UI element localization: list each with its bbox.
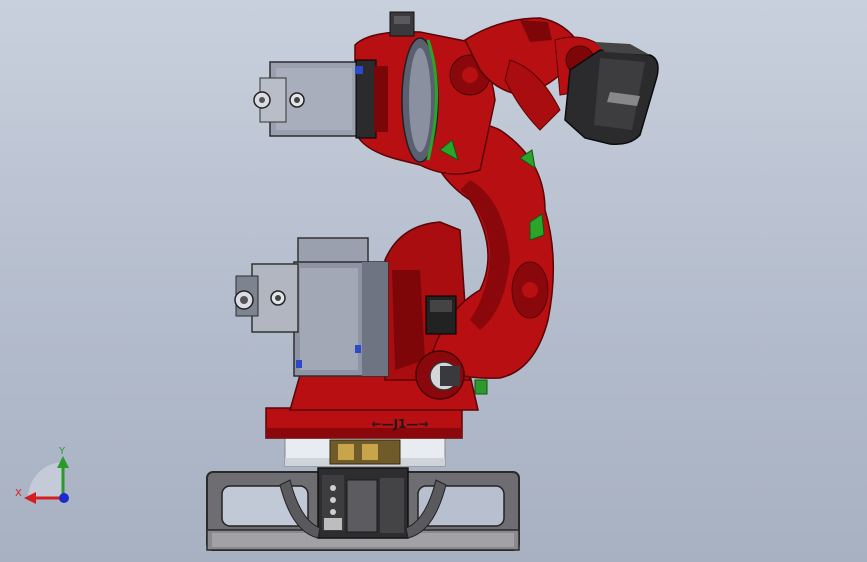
3d-viewport[interactable]: ←—J1—→ Y X xyxy=(0,0,867,562)
base-pedestal[interactable] xyxy=(206,467,520,551)
y-axis-label: Y xyxy=(58,446,66,457)
z-axis-dot xyxy=(59,493,69,503)
j3-motor[interactable] xyxy=(253,59,388,139)
robot-model[interactable]: ←—J1—→ Y X xyxy=(0,0,867,562)
x-axis-label: X xyxy=(15,488,22,499)
j2-motor[interactable] xyxy=(234,237,389,377)
j1-rotary-base[interactable]: ←—J1—→ xyxy=(265,407,463,467)
y-arrow-head xyxy=(57,456,69,468)
j1-joint-label: ←—J1—→ xyxy=(372,417,429,431)
axis-triad[interactable]: Y X xyxy=(15,446,69,504)
